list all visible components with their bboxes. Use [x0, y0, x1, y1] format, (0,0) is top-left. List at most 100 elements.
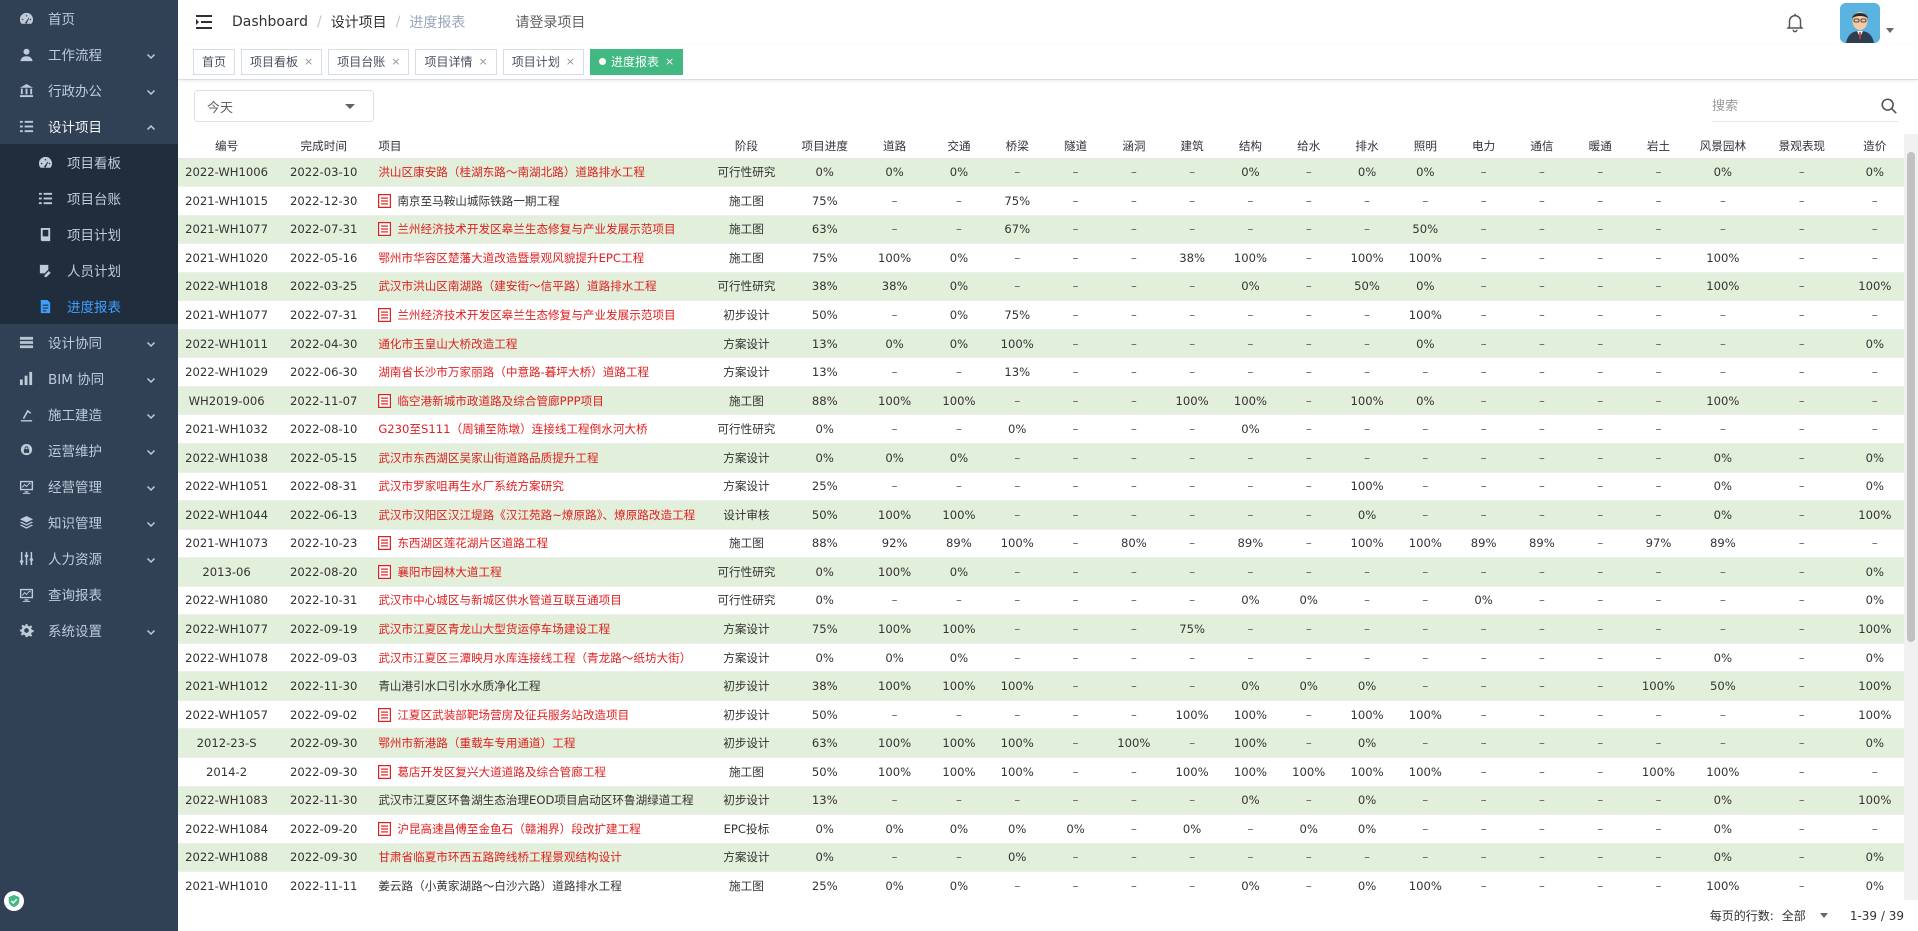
document-icon[interactable]	[378, 764, 392, 779]
table-row[interactable]: 2022-WH1080 2022-10-31 武汉市中心城区与新城区供水管道互联互通…	[178, 586, 1904, 616]
document-icon[interactable]	[378, 821, 392, 836]
sidebar-item-0[interactable]: 首页	[0, 0, 178, 36]
project-name-cell[interactable]: 临空港新城市政道路及综合管廊PPP项目	[372, 386, 703, 416]
vertical-scrollbar[interactable]	[1904, 134, 1918, 900]
column-header[interactable]: 涵洞	[1104, 134, 1163, 159]
shield-check-icon[interactable]	[4, 891, 24, 911]
sidebar-item-5[interactable]: BIM 协同	[0, 360, 178, 396]
project-name-cell[interactable]: 兰州经济技术开发区皋兰生态修复与产业发展示范项目	[372, 215, 703, 245]
column-header[interactable]: 道路	[859, 134, 930, 159]
table-row[interactable]: 2022-WH1029 2022-06-30 湖南省长沙市万家丽路（中意路-暮坪大桥…	[178, 357, 1904, 387]
column-header[interactable]: 项目进度	[790, 134, 860, 159]
project-name-cell[interactable]: 葛店开发区复兴大道道路及综合管廊工程	[372, 757, 703, 787]
column-header[interactable]: 排水	[1337, 134, 1397, 159]
table-row[interactable]: 2021-WH1032 2022-08-10 G230至S111（周铺至陈墩）连接线…	[178, 414, 1904, 444]
table-row[interactable]: 2021-WH1020 2022-05-16 鄂州市华容区楚藩大道改造暨景观风貌提升…	[178, 243, 1904, 273]
avatar-dropdown-caret-icon[interactable]	[1886, 28, 1894, 33]
table-row[interactable]: 2022-WH1011 2022-04-30 通化市玉皇山大桥改造工程 方案设计 13%…	[178, 329, 1904, 359]
document-icon[interactable]	[378, 564, 392, 579]
sidebar-item-4[interactable]: 设计协同	[0, 324, 178, 360]
project-name-cell[interactable]: 甘肃省临夏市环西五路跨线桥工程景观结构设计	[372, 843, 703, 873]
table-row[interactable]: 2014-2 2022-09-30 葛店开发区复兴大道道路及综合管廊工程 施工图 50%…	[178, 757, 1904, 787]
project-name-cell[interactable]: 沪昆高速昌傅至金鱼石（赣湘界）段改扩建工程	[372, 814, 703, 844]
column-header[interactable]: 照明	[1396, 134, 1455, 159]
project-name-cell[interactable]: 姜云路（小黄家湖路～白沙六路）道路排水工程	[372, 871, 703, 900]
column-header[interactable]: 隧道	[1046, 134, 1105, 159]
login-project-link[interactable]: 请登录项目	[515, 12, 585, 32]
document-icon[interactable]	[378, 222, 392, 237]
column-header[interactable]: 桥梁	[988, 134, 1047, 159]
close-icon[interactable]: ×	[665, 50, 674, 74]
bell-icon[interactable]	[1784, 11, 1806, 33]
tag-1[interactable]: 项目看板 ×	[241, 48, 323, 75]
project-name-cell[interactable]: 武汉市罗家咀再生水厂系统方案研究	[372, 472, 703, 502]
search-icon[interactable]	[1880, 97, 1898, 115]
tag-0[interactable]: 首页	[193, 48, 236, 75]
table-row[interactable]: WH2019-006 2022-11-07 临空港新城市政道路及综合管廊PPP项目 施…	[178, 386, 1904, 416]
sidebar-subitem-0[interactable]: 项目看板	[0, 144, 178, 180]
table-row[interactable]: 2022-WH1083 2022-11-30 武汉市江夏区环鲁湖生态治理EOD项目启…	[178, 786, 1904, 816]
table-row[interactable]: 2022-WH1018 2022-03-25 武汉市洪山区南湖路（建安街～信平路）道…	[178, 272, 1904, 302]
close-icon[interactable]: ×	[304, 50, 313, 74]
tag-5[interactable]: 进度报表 ×	[589, 48, 684, 75]
project-name-cell[interactable]: 鄂州市新港路（重载车专用通道）工程	[372, 728, 703, 758]
document-icon[interactable]	[378, 707, 392, 722]
project-name-cell[interactable]: 青山港引水口引水水质净化工程	[372, 671, 703, 701]
sidebar-item-8[interactable]: 经营管理	[0, 468, 178, 504]
table-row[interactable]: 2021-WH1015 2022-12-30 南京至马鞍山城际铁路一期工程 施工图 75…	[178, 186, 1904, 216]
table-row[interactable]: 2022-WH1006 2022-03-10 洪山区康安路（桂湖东路～南湖北路）道路…	[178, 158, 1904, 188]
project-name-cell[interactable]: 洪山区康安路（桂湖东路～南湖北路）道路排水工程	[372, 158, 703, 188]
project-name-cell[interactable]: 武汉市洪山区南湖路（建安街～信平路）道路排水工程	[372, 272, 703, 302]
project-name-cell[interactable]: 江夏区武装部靶场营房及征兵服务站改造项目	[372, 700, 703, 730]
sidebar-item-1[interactable]: 工作流程	[0, 36, 178, 72]
sidebar-item-11[interactable]: 查询报表	[0, 576, 178, 612]
tag-3[interactable]: 项目详情 ×	[415, 48, 497, 75]
column-header[interactable]: 完成时间	[275, 134, 373, 159]
table-row[interactable]: 2022-WH1084 2022-09-20 沪昆高速昌傅至金鱼石（赣湘界）段改扩建…	[178, 814, 1904, 844]
date-filter-select[interactable]: 今天	[194, 90, 374, 122]
document-icon[interactable]	[378, 393, 392, 408]
column-header[interactable]: 阶段	[702, 134, 791, 159]
column-header[interactable]: 给水	[1279, 134, 1338, 159]
close-icon[interactable]: ×	[479, 50, 488, 74]
sidebar-item-7[interactable]: 运营维护	[0, 432, 178, 468]
table-row[interactable]: 2022-WH1044 2022-06-13 武汉市汉阳区汉江堤路《汉江苑路~燎原路…	[178, 500, 1904, 530]
close-icon[interactable]: ×	[391, 50, 400, 74]
project-name-cell[interactable]: G230至S111（周铺至陈墩）连接线工程倒水河大桥	[372, 414, 703, 444]
table-row[interactable]: 2021-WH1010 2022-11-11 姜云路（小黄家湖路～白沙六路）道路排水…	[178, 871, 1904, 900]
chevron-down-icon[interactable]	[1819, 913, 1828, 918]
table-row[interactable]: 2022-WH1057 2022-09-02 江夏区武装部靶场营房及征兵服务站改造项…	[178, 700, 1904, 730]
rows-per-page-select[interactable]: 全部	[1782, 907, 1806, 924]
close-icon[interactable]: ×	[566, 50, 575, 74]
table-row[interactable]: 2021-WH1077 2022-07-31 兰州经济技术开发区皋兰生态修复与产业发…	[178, 300, 1904, 330]
table-row[interactable]: 2022-WH1051 2022-08-31 武汉市罗家咀再生水厂系统方案研究 方案设…	[178, 472, 1904, 502]
column-header[interactable]: 交通	[929, 134, 989, 159]
project-name-cell[interactable]: 武汉市汉阳区汉江堤路《汉江苑路~燎原路》、燎原路改造工程	[372, 500, 703, 530]
project-name-cell[interactable]: 武汉市江夏区青龙山大型货运停车场建设工程	[372, 614, 703, 644]
project-name-cell[interactable]: 武汉市江夏区环鲁湖生态治理EOD项目启动区环鲁湖绿道工程	[372, 786, 703, 816]
project-name-cell[interactable]: 东西湖区莲花湖片区道路工程	[372, 529, 703, 559]
avatar[interactable]	[1840, 3, 1880, 43]
sidebar-item-9[interactable]: 知识管理	[0, 504, 178, 540]
table-row[interactable]: 2022-WH1077 2022-09-19 武汉市江夏区青龙山大型货运停车场建设工…	[178, 614, 1904, 644]
project-name-cell[interactable]: 武汉市东西湖区吴家山街道路品质提升工程	[372, 443, 703, 473]
scrollbar-thumb[interactable]	[1907, 152, 1915, 642]
hamburger-menu-icon[interactable]	[194, 12, 214, 32]
table-row[interactable]: 2012-23-S 2022-09-30 鄂州市新港路（重载车专用通道）工程 初步设计…	[178, 728, 1904, 758]
table-row[interactable]: 2022-WH1078 2022-09-03 武汉市江夏区三潭映月水库连接线工程（青…	[178, 643, 1904, 673]
sidebar-subitem-3[interactable]: 人员计划	[0, 252, 178, 288]
document-icon[interactable]	[378, 536, 392, 551]
breadcrumb-dashboard[interactable]: Dashboard	[232, 14, 308, 30]
column-header[interactable]: 建筑	[1162, 134, 1222, 159]
table-row[interactable]: 2022-WH1088 2022-09-30 甘肃省临夏市环西五路跨线桥工程景观结构…	[178, 843, 1904, 873]
column-header[interactable]: 结构	[1221, 134, 1280, 159]
project-name-cell[interactable]: 武汉市中心城区与新城区供水管道互联互通项目	[372, 586, 703, 616]
column-header[interactable]: 景观表现	[1758, 134, 1846, 159]
table-row[interactable]: 2013-06 2022-08-20 襄阳市园林大道工程 可行性研究 0% 100% 0% –…	[178, 557, 1904, 587]
project-name-cell[interactable]: 襄阳市园林大道工程	[372, 557, 703, 587]
column-header[interactable]: 通信	[1512, 134, 1572, 159]
column-header[interactable]: 编号	[178, 134, 276, 159]
table-row[interactable]: 2021-WH1077 2022-07-31 兰州经济技术开发区皋兰生态修复与产业发…	[178, 215, 1904, 245]
column-header[interactable]: 造价	[1845, 134, 1904, 159]
breadcrumb-design-projects[interactable]: 设计项目	[331, 12, 387, 32]
